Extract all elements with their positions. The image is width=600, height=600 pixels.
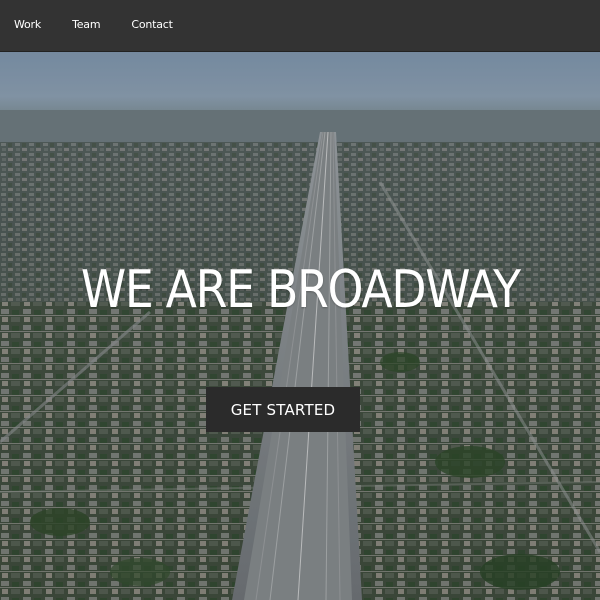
nav-link-team[interactable]: Team — [72, 18, 100, 31]
hero-background-image — [0, 52, 600, 600]
hero-title: WE ARE BROADWAY — [0, 258, 600, 322]
get-started-button[interactable]: GET STARTED — [206, 387, 360, 432]
nav-link-contact[interactable]: Contact — [131, 18, 173, 31]
nav-link-work[interactable]: Work — [14, 18, 41, 31]
hero-section: WE ARE BROADWAY GET STARTED — [0, 52, 600, 600]
top-navbar: Work Team Contact — [0, 0, 600, 52]
hero-title-text: WE ARE BROADWAY — [80, 260, 521, 320]
